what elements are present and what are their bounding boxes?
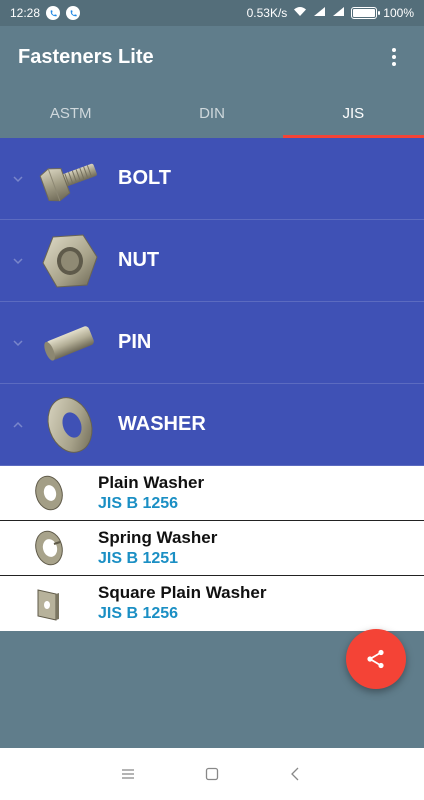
- tab-bar: ASTM DIN JIS: [0, 88, 424, 138]
- spring-washer-icon: [0, 528, 98, 568]
- more-vert-icon[interactable]: [382, 37, 406, 77]
- square-washer-icon: [0, 584, 98, 624]
- pin-icon: [34, 308, 106, 378]
- category-washer[interactable]: WASHER: [0, 384, 424, 466]
- item-name: Spring Washer: [98, 527, 218, 547]
- call-icon: [46, 6, 61, 20]
- menu-icon[interactable]: [118, 764, 138, 784]
- chevron-down-icon: [0, 172, 34, 186]
- wifi-icon: [293, 6, 307, 20]
- back-icon[interactable]: [286, 764, 306, 784]
- share-icon: [367, 649, 384, 669]
- chevron-up-icon: [0, 418, 34, 432]
- tab-jis[interactable]: JIS: [282, 88, 424, 138]
- item-name: Plain Washer: [98, 472, 205, 492]
- home-icon[interactable]: [202, 764, 222, 784]
- washer-icon: [34, 390, 106, 460]
- list-item-spring-washer[interactable]: Spring Washer JIS B 1251: [0, 521, 424, 576]
- signal-icon: [313, 6, 326, 20]
- status-time: 12:28: [10, 6, 41, 20]
- chevron-down-icon: [0, 254, 34, 268]
- tab-astm[interactable]: ASTM: [0, 88, 141, 138]
- app-title: Fasteners Lite: [18, 45, 154, 68]
- plain-washer-icon: [0, 473, 98, 513]
- category-pin[interactable]: PIN: [0, 302, 424, 384]
- item-standard: JIS B 1256: [98, 605, 179, 622]
- list-item-square-plain-washer[interactable]: Square Plain Washer JIS B 1256: [0, 576, 424, 631]
- battery-icon: [351, 7, 381, 19]
- category-label: PIN: [118, 331, 152, 353]
- list-item-plain-washer[interactable]: Plain Washer JIS B 1256: [0, 466, 424, 521]
- category-bolt[interactable]: BOLT: [0, 138, 424, 220]
- category-label: WASHER: [118, 413, 206, 435]
- battery-percent: 100%: [383, 6, 414, 20]
- category-nut[interactable]: NUT: [0, 220, 424, 302]
- tab-din[interactable]: DIN: [141, 88, 282, 138]
- app-bar: Fasteners Lite: [0, 26, 424, 88]
- signal-icon: [332, 6, 345, 20]
- share-button[interactable]: [346, 629, 406, 689]
- nut-icon: [34, 226, 106, 296]
- category-label: BOLT: [118, 167, 171, 189]
- chevron-down-icon: [0, 336, 34, 350]
- system-nav-bar: [0, 748, 424, 800]
- category-list: BOLT NUT PIN WASHER: [0, 138, 424, 466]
- network-speed: 0.53K/s: [246, 6, 288, 20]
- bolt-icon: [34, 144, 106, 214]
- item-standard: JIS B 1251: [98, 549, 179, 567]
- item-name: Square Plain Washer: [98, 583, 267, 602]
- status-bar: 12:28 0.53K/s 100%: [0, 0, 424, 26]
- call-icon: [66, 6, 81, 20]
- item-standard: JIS B 1256: [98, 494, 179, 512]
- battery-level: [353, 9, 376, 17]
- washer-item-list: Plain Washer JIS B 1256 Spring Washer JI…: [0, 466, 424, 631]
- category-label: NUT: [118, 249, 160, 271]
